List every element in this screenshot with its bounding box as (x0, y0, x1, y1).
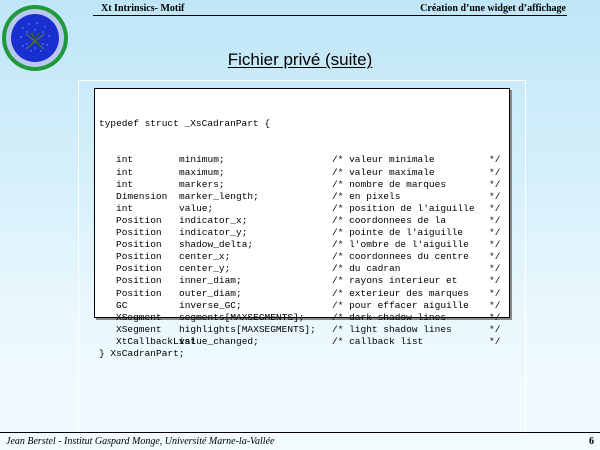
code-close-line: } XsCadranPart; (99, 348, 270, 360)
field-comment: /* valeur minimale (332, 154, 435, 166)
field-comment: /* pointe de l'aiguille (332, 227, 464, 239)
field-comment: /* pour effacer aiguille (332, 299, 469, 311)
field-type: Position (116, 239, 162, 251)
code-close-text: } XsCadranPart; (99, 347, 185, 359)
code-line: XtCallbackList value_changed;/* callback … (99, 335, 500, 348)
field-comment-end: */ (489, 202, 501, 214)
field-name: highlights[MAXSEGMENTS]; (179, 323, 316, 335)
field-comment: /* coordonnees du centre (332, 251, 469, 263)
code-listing: typedef struct _XsCadranPart { int minimu… (99, 94, 500, 360)
field-comment-end: */ (489, 251, 501, 263)
code-line: Position indicator_y; /* pointe de l'aigui… (99, 227, 500, 239)
field-type: Position (116, 263, 162, 275)
field-name: markers; (179, 178, 225, 190)
code-line: Position inner_diam; /* rayons interieur e… (99, 275, 500, 287)
field-comment: /* en pixels (332, 190, 401, 202)
field-name: shadow_delta; (179, 239, 254, 251)
footer-rule (0, 432, 600, 433)
field-type: int (116, 202, 134, 214)
code-line: Position outer_diam; /* exterieur des marq… (99, 287, 500, 300)
field-name: inverse_GC; (179, 299, 242, 311)
field-type: Dimension (116, 190, 168, 202)
field-comment-end: */ (489, 323, 501, 335)
field-comment-end: */ (489, 335, 501, 347)
page-number: 6 (589, 436, 594, 447)
field-comment: /* nombre de marques (332, 178, 447, 190)
field-comment-end: */ (489, 299, 501, 311)
field-name: indicator_y; (179, 227, 248, 239)
field-type: Position (116, 214, 162, 226)
field-comment: /* rayons interieur et (332, 275, 458, 287)
field-comment-end: */ (489, 166, 501, 178)
field-type: Position (116, 227, 162, 239)
code-line: int value; /* position de l'aiguille */ (99, 202, 500, 215)
field-comment-end: */ (489, 214, 501, 226)
field-comment: /* callback list (332, 335, 424, 347)
code-line: XSegment highlights[MAXSEGMENTS]; /* light… (99, 323, 500, 336)
field-comment-end: */ (489, 190, 501, 202)
code-line: Position shadow_delta; /* l'ombre de l'aig… (99, 239, 500, 251)
field-name: maximum; (179, 166, 225, 178)
field-type: XSegment (116, 323, 162, 335)
field-name: center_y; (179, 263, 231, 275)
field-comment: /* light shadow lines (332, 323, 452, 335)
code-open-line: typedef struct _XsCadranPart { (99, 118, 271, 130)
code-box: typedef struct _XsCadranPart { int minimu… (94, 88, 510, 359)
field-comment-end: */ (489, 239, 501, 251)
code-line: Position center_y; /* du cadran */ (99, 263, 500, 275)
code-line: Position center_x; /* coordonnees du centr… (99, 251, 500, 263)
field-type: Position (116, 275, 162, 287)
field-type: int (116, 154, 134, 166)
header-right: Création d’une widget d’affichage (420, 3, 566, 14)
svg-text:X: X (28, 29, 43, 51)
page-title: Fichier privé (suite) (227, 50, 373, 69)
field-name: outer_diam; (179, 287, 242, 299)
field-name: marker_length; (179, 190, 259, 202)
field-comment-end: */ (489, 275, 501, 287)
field-comment: /* valeur maximale (332, 166, 435, 178)
field-type: int (116, 178, 134, 190)
field-comment: /* l'ombre de l'aiguille (332, 239, 469, 251)
footer-left: Jean Berstel - Institut Gaspard Monge, U… (6, 436, 275, 447)
field-comment-end: */ (489, 227, 501, 239)
field-comment-end: */ (489, 178, 501, 190)
field-type: GC (116, 299, 128, 311)
field-name: segments[MAXSEGMENTS]; (179, 311, 305, 323)
field-comment: /* position de l'aiguille (332, 202, 475, 214)
field-type: Position (116, 251, 162, 263)
field-name: inner_diam; (179, 275, 242, 287)
code-line: XSegment segments[MAXSEGMENTS]; /* dark sh… (99, 311, 500, 324)
code-line: GC inverse_GC; /* pour effacer aiguille */ (99, 299, 500, 312)
field-name: minimum; (179, 154, 225, 166)
field-comment-end: */ (489, 154, 501, 166)
header-rule (93, 15, 567, 16)
field-type: int (116, 166, 134, 178)
header-left: Xt Intrinsics- Motif (101, 3, 185, 14)
field-comment: /* exterieur des marques (332, 287, 469, 299)
field-name: value; (179, 202, 214, 214)
code-line: int markers; /* nombre de marques */ (99, 178, 500, 191)
field-type: Position (116, 287, 162, 299)
field-comment-end: */ (489, 311, 501, 323)
field-comment-end: */ (489, 287, 501, 299)
field-comment-end: */ (489, 263, 501, 275)
field-comment: /* coordonnees de la (332, 214, 447, 226)
code-line: Dimension marker_length; /* en pixels */ (99, 190, 500, 203)
field-type: XSegment (116, 311, 162, 323)
field-comment: /* dark shadow lines (332, 311, 447, 323)
code-line: int minimum; /* valeur minimale */ (99, 154, 500, 166)
code-line: int maximum; /* valeur maximale */ (99, 166, 500, 179)
code-line: Position indicator_x; /* coordonnees de la… (99, 214, 500, 227)
field-comment: /* du cadran (332, 263, 401, 275)
field-name: center_x; (179, 251, 231, 263)
field-name: value_changed; (179, 335, 259, 347)
field-name: indicator_x; (179, 214, 248, 226)
